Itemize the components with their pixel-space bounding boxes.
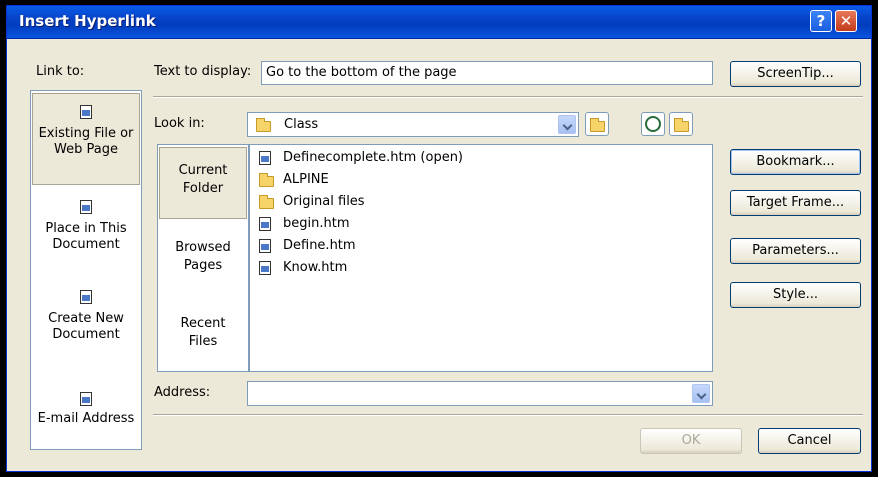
dialog-title: Insert Hyperlink (19, 12, 156, 30)
open-folder-icon (673, 117, 689, 132)
up-one-folder-button[interactable] (585, 112, 609, 136)
ok-button[interactable]: OK (640, 428, 742, 454)
file-name: Define.htm (283, 238, 356, 253)
browse-web-button[interactable] (641, 112, 665, 136)
close-button[interactable]: ✕ (835, 10, 857, 32)
place-browsed-pages[interactable]: Browsed Pages (158, 239, 248, 275)
separator-bottom (153, 414, 863, 416)
link-create-new-document[interactable]: Create New Document (31, 289, 141, 343)
places-bar: Current Folder Browsed Pages Recent File… (157, 144, 249, 372)
target-frame-button[interactable]: Target Frame... (730, 190, 861, 216)
text-to-display-field[interactable]: Go to the bottom of the page (261, 61, 713, 85)
insert-hyperlink-dialog: Insert Hyperlink ? ✕ Link to: Existing F… (6, 5, 872, 472)
link-to-label: Link to: (36, 64, 85, 79)
new-document-icon (31, 289, 141, 305)
place-recent-files[interactable]: Recent Files (158, 315, 248, 351)
chevron-down-icon[interactable] (558, 115, 576, 134)
link-email-line1: E-mail Address (37, 411, 135, 426)
link-place-in-document[interactable]: Place in This Document (31, 199, 141, 253)
bookmark-button[interactable]: Bookmark... (730, 149, 861, 175)
place-recent-files-line1: Recent (180, 316, 226, 331)
globe-page-icon (31, 199, 141, 215)
look-in-value: Class (284, 117, 319, 132)
htm-file-icon (259, 239, 271, 253)
place-recent-files-line2: Files (188, 334, 218, 349)
text-to-display-label: Text to display: (154, 64, 252, 79)
link-to-bar: Existing File or Web Page Place in This … (30, 90, 142, 450)
screentip-button[interactable]: ScreenTip... (730, 61, 861, 87)
browse-file-button[interactable] (669, 112, 693, 136)
file-name: ALPINE (283, 172, 329, 187)
link-existing-file-line2: Web Page (54, 142, 118, 157)
style-button[interactable]: Style... (730, 282, 861, 308)
htm-file-icon (259, 151, 271, 165)
htm-file-icon (259, 217, 271, 231)
link-existing-file[interactable]: Existing File or Web Page (32, 93, 140, 185)
title-bar[interactable]: Insert Hyperlink ? ✕ (7, 6, 871, 39)
place-current-folder-line1: Current (178, 163, 228, 178)
look-in-dropdown[interactable]: Class (247, 112, 579, 137)
separator-top (153, 96, 863, 98)
link-create-new-line2: Document (52, 327, 120, 342)
parameters-button[interactable]: Parameters... (730, 238, 861, 264)
help-button[interactable]: ? (810, 10, 832, 32)
text-to-display-value: Go to the bottom of the page (266, 65, 457, 80)
link-email-address[interactable]: E-mail Address (31, 391, 141, 427)
place-current-folder-line2: Folder (182, 181, 224, 196)
folder-icon (259, 195, 274, 209)
link-place-in-document-line2: Document (52, 237, 120, 252)
place-current-folder[interactable]: Current Folder (159, 147, 247, 219)
cancel-button[interactable]: Cancel (758, 428, 861, 454)
folder-icon (259, 173, 274, 187)
file-list[interactable]: Definecomplete.htm (open) ALPINE Origina… (249, 144, 713, 372)
link-existing-file-line1: Existing File or (38, 126, 134, 141)
mail-icon (31, 391, 141, 407)
file-name: Know.htm (283, 260, 348, 275)
file-name: Original files (283, 194, 365, 209)
file-name: begin.htm (283, 216, 350, 231)
look-in-label: Look in: (154, 116, 205, 131)
page-icon (33, 104, 139, 120)
place-browsed-pages-line1: Browsed (175, 240, 231, 255)
link-place-in-document-line1: Place in This (45, 221, 127, 236)
folder-up-icon (589, 117, 605, 132)
folder-icon (256, 118, 271, 132)
chevron-down-icon[interactable] (692, 384, 710, 403)
address-field[interactable] (247, 381, 713, 406)
address-label: Address: (154, 385, 211, 400)
search-globe-icon (645, 116, 661, 132)
htm-file-icon (259, 261, 271, 275)
file-name: Definecomplete.htm (open) (283, 150, 464, 165)
link-create-new-line1: Create New (48, 311, 124, 326)
place-browsed-pages-line2: Pages (183, 258, 223, 273)
